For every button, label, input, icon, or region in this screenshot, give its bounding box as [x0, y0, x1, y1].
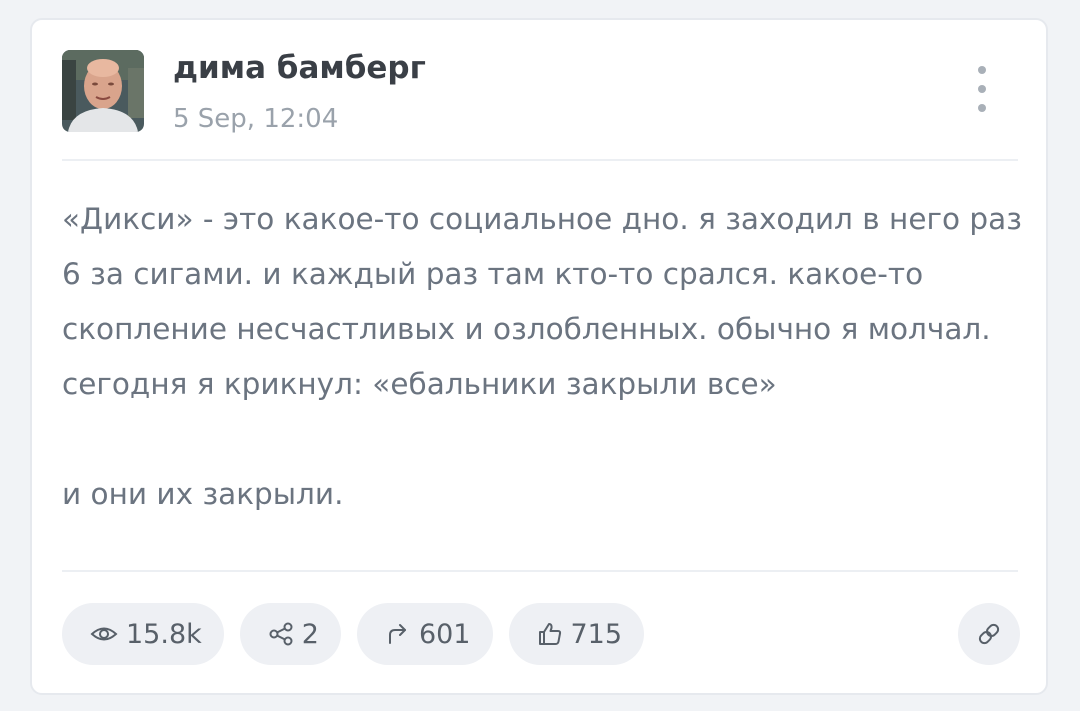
avatar[interactable] — [62, 50, 144, 132]
author-name[interactable]: дима бамберг — [173, 50, 426, 86]
avatar-photo — [62, 50, 144, 132]
post-date[interactable]: 5 Sep, 12:04 — [173, 104, 338, 134]
post-stats: 15.8k 2 601 715 — [62, 603, 645, 665]
views-count: 15.8k — [126, 618, 202, 650]
more-options-button[interactable] — [967, 66, 997, 112]
post-paragraph: и они их закрыли. — [62, 477, 344, 511]
shares-counter[interactable]: 2 — [239, 603, 341, 665]
forwards-count: 601 — [418, 618, 471, 650]
vertical-dots-icon — [978, 66, 986, 74]
post-paragraph: «Дикси» - это какое-то социальное дно. я… — [62, 202, 1022, 401]
eye-icon — [90, 627, 118, 641]
forwards-counter[interactable]: 601 — [356, 603, 493, 665]
views-counter[interactable]: 15.8k — [62, 603, 224, 665]
forward-arrow-icon — [388, 624, 406, 644]
share-nodes-icon — [269, 622, 293, 646]
shares-count: 2 — [301, 618, 319, 650]
thumbs-up-icon — [538, 623, 561, 645]
post-card: дима бамберг 5 Sep, 12:04 «Дикси» - это … — [30, 18, 1048, 695]
footer-divider — [62, 570, 1018, 572]
link-icon — [978, 623, 1000, 645]
likes-counter[interactable]: 715 — [508, 603, 645, 665]
copy-link-button[interactable] — [958, 603, 1020, 665]
likes-count: 715 — [570, 618, 623, 650]
post-text: «Дикси» - это какое-то социальное дно. я… — [62, 192, 1022, 522]
header-divider — [62, 159, 1018, 161]
